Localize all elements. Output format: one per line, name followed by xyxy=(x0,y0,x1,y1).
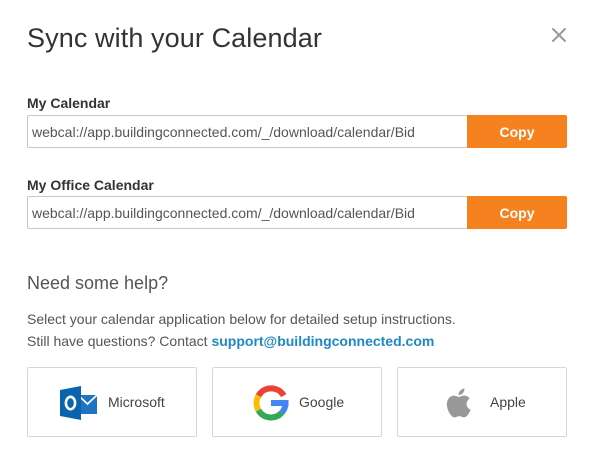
help-heading: Need some help? xyxy=(27,273,169,293)
office-calendar-label: My Office Calendar xyxy=(27,177,154,193)
outlook-icon xyxy=(60,386,98,420)
close-button[interactable] xyxy=(548,24,570,46)
apple-icon xyxy=(446,388,471,418)
my-calendar-url-row: Copy xyxy=(27,115,567,148)
office-calendar-url-input[interactable] xyxy=(27,196,467,229)
my-calendar-copy-button[interactable]: Copy xyxy=(467,115,567,148)
sync-calendar-dialog: Sync with your Calendar My Calendar Copy… xyxy=(0,0,594,459)
dialog-title: Sync with your Calendar xyxy=(27,23,322,53)
office-calendar-url-row: Copy xyxy=(27,196,567,229)
help-instructions: Select your calendar application below f… xyxy=(27,311,456,327)
my-calendar-url-input[interactable] xyxy=(27,115,467,148)
help-contact-line: Still have questions? Contact support@bu… xyxy=(27,333,434,349)
google-label: Google xyxy=(299,394,345,410)
my-calendar-label: My Calendar xyxy=(27,95,111,111)
google-icon xyxy=(253,385,289,421)
help-contact-prefix: Still have questions? Contact xyxy=(27,333,212,349)
support-email-link[interactable]: support@buildingconnected.com xyxy=(211,333,434,349)
office-calendar-copy-button[interactable]: Copy xyxy=(467,196,567,229)
google-button[interactable]: Google xyxy=(212,367,382,437)
close-icon xyxy=(552,28,566,42)
microsoft-label: Microsoft xyxy=(108,394,165,410)
apple-button[interactable]: Apple xyxy=(397,367,567,437)
apple-label: Apple xyxy=(490,394,526,410)
microsoft-button[interactable]: Microsoft xyxy=(27,367,197,437)
